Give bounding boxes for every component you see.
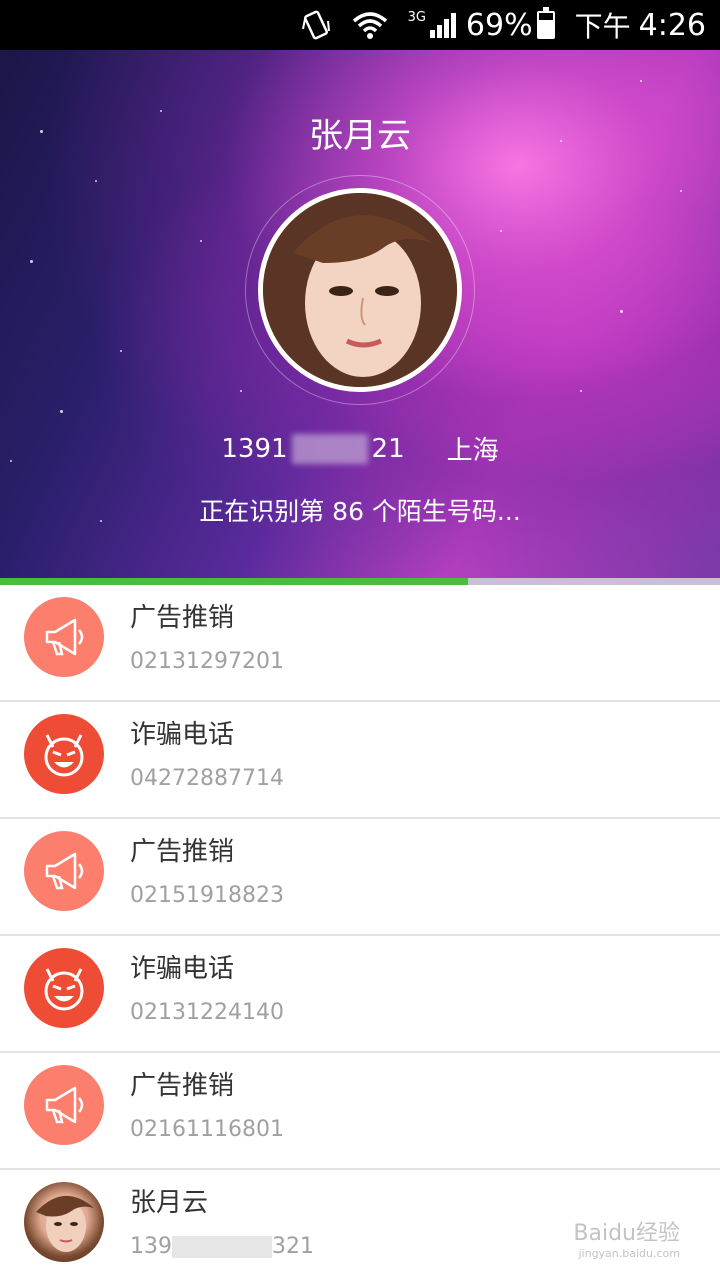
time-period: 下午 [574, 10, 631, 43]
item-title: 广告推销 [130, 837, 235, 867]
devil-icon [24, 948, 104, 1028]
item-title: 诈骗电话 [130, 954, 235, 984]
caller-number-prefix: 1391 [221, 433, 288, 464]
item-number: 02151918823 [130, 883, 284, 908]
contact-number-prefix: 139 [130, 1234, 172, 1259]
list-item[interactable]: 广告推销 02161116801 [0, 1053, 720, 1170]
item-title: 广告推销 [130, 1071, 235, 1101]
number-mask [291, 433, 368, 464]
megaphone-icon [24, 1065, 104, 1145]
list-item[interactable]: 诈骗电话 04272887714 [0, 702, 720, 819]
contact-number-suffix: 321 [272, 1234, 314, 1259]
scan-status-text: 正在识别第 86 个陌生号码... [199, 497, 521, 526]
caller-name: 张月云 [309, 116, 411, 156]
clock: 4:26 [638, 7, 706, 43]
item-title: 诈骗电话 [130, 720, 235, 750]
megaphone-icon [24, 831, 104, 911]
devil-icon [24, 714, 104, 794]
network-type-label: 3G [407, 10, 426, 25]
item-title: 广告推销 [130, 603, 235, 633]
vibrate-icon [300, 9, 332, 41]
item-number: 02161116801 [130, 1117, 284, 1142]
list-item[interactable]: 广告推销 02131297201 [0, 585, 720, 702]
watermark-brand: Baidu经验 [573, 1221, 680, 1246]
recognized-numbers-list: 广告推销 02131297201 诈骗电话 04272887714 广告推销 0… [0, 585, 720, 1287]
contact-avatar [24, 1182, 104, 1262]
wifi-icon [350, 9, 390, 41]
caller-location: 上海 [446, 436, 499, 466]
item-number: 02131224140 [130, 1000, 284, 1025]
item-number: 02131297201 [130, 649, 284, 674]
list-item[interactable]: 广告推销 02151918823 [0, 819, 720, 936]
list-item[interactable]: 诈骗电话 02131224140 [0, 936, 720, 1053]
scan-progress-bar [0, 578, 720, 585]
item-number: 04272887714 [130, 766, 284, 791]
caller-number-row: 1391 21 上海 [0, 430, 720, 467]
contact-number: 139 321 [130, 1234, 314, 1259]
battery-percent: 69% [465, 7, 533, 43]
megaphone-icon [24, 597, 104, 677]
cell-signal-icon: 3G [408, 10, 458, 40]
contact-name: 张月云 [130, 1188, 209, 1218]
number-mask [172, 1236, 272, 1258]
status-bar: 3G 69% 下午 4:26 [0, 0, 720, 50]
caller-header: 张月云 1391 21 上海 正在识别第 86 个陌生号码... [0, 50, 720, 578]
caller-avatar [258, 188, 462, 392]
caller-number-suffix: 21 [371, 433, 405, 464]
scan-progress-fill [0, 578, 468, 585]
battery-icon [536, 7, 555, 39]
watermark: Baidu经验 jingyan.baidu.com [573, 1215, 680, 1260]
watermark-url: jingyan.baidu.com [578, 1247, 680, 1260]
